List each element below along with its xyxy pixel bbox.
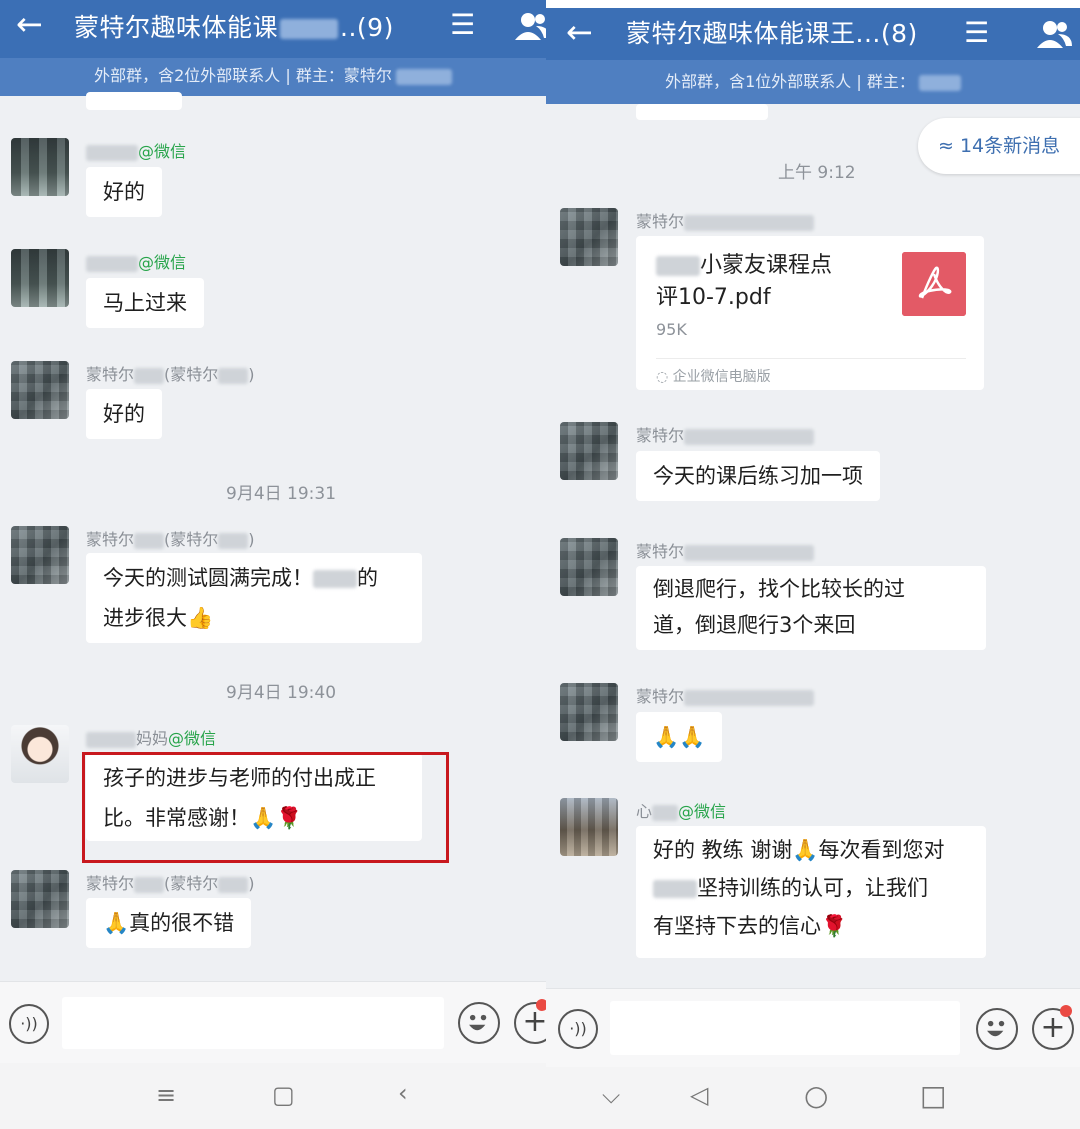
group-members-icon[interactable] (512, 10, 546, 42)
message-text-line: 今天的测试圆满完成！的 (103, 566, 378, 590)
pdf-file-icon (902, 252, 966, 316)
message-bubble[interactable]: 今天的测试圆满完成！的 进步很大👍 (86, 553, 422, 643)
hide-keyboard-icon[interactable]: ⌵ (602, 1081, 620, 1109)
chat-header: ← 蒙特尔趣味体能课王...(8) ☰ (546, 8, 1080, 60)
file-name: 小蒙友课程点 评10-7.pdf (656, 253, 833, 310)
sender-name: 蒙特尔 (蒙特尔) (86, 365, 255, 384)
chat-member-count: ..(9) (340, 13, 394, 42)
message-bubble[interactable] (86, 92, 182, 110)
message-text: 今天的课后练习加一项 (653, 464, 863, 488)
group-members-icon[interactable] (1034, 18, 1074, 50)
message-bubble[interactable]: 好的 (86, 389, 162, 439)
file-source: ◌ 企业微信电脑版 (656, 369, 771, 385)
chat-subtitle: 外部群，含1位外部联系人 | 群主： (546, 60, 1080, 104)
new-messages-button[interactable]: ≈ 14条新消息 (918, 118, 1080, 174)
message-text-line: 倒退爬行，找个比较长的过 (653, 577, 905, 601)
blurred-owner-name (395, 68, 452, 85)
back-arrow-icon[interactable]: ← (566, 14, 606, 54)
message-bubble[interactable]: 好的 (86, 167, 162, 217)
avatar[interactable] (560, 538, 618, 596)
chat-header: ← 蒙特尔趣味体能课 ..(9) ☰ (0, 0, 546, 58)
sender-name: 蒙特尔 (蒙特尔) (86, 530, 255, 549)
menu-icon[interactable]: ☰ (450, 10, 484, 40)
avatar[interactable] (560, 683, 618, 741)
avatar[interactable] (11, 526, 69, 584)
avatar[interactable] (11, 249, 69, 307)
sender-name: 蒙特尔 (636, 538, 815, 562)
system-nav-bar: ≡ ▢ ‹ (0, 1063, 546, 1129)
message-bubble[interactable]: 马上过来 (86, 278, 204, 328)
message-text-line: 好的 教练 谢谢🙏每次看到您对 (653, 838, 945, 862)
avatar[interactable] (11, 361, 69, 419)
sender-name: 妈妈@微信 (86, 725, 216, 749)
chat-title: 蒙特尔趣味体能课王...(8) (626, 19, 918, 48)
message-text: 🙏真的很不错 (103, 911, 235, 935)
sender-name: 心 @微信 (636, 802, 727, 821)
left-chat-screen: ← 蒙特尔趣味体能课 ..(9) ☰ 外部群，含2位外部联系人 | 群主：蒙特尔 … (0, 0, 546, 1129)
message-text: 马上过来 (103, 291, 187, 315)
emoji-icon[interactable] (976, 1008, 1018, 1050)
message-text: 好的 (103, 402, 145, 426)
message-text: 好的 (103, 180, 145, 204)
highlight-box (82, 752, 449, 863)
message-timestamp: 上午 9:12 (778, 163, 856, 183)
system-nav-bar: ⌵ ◁ ○ □ (546, 1067, 1080, 1129)
home-nav-icon[interactable]: ○ (804, 1079, 828, 1112)
blurred-name (280, 19, 339, 39)
chat-subtitle-text: 外部群，含2位外部联系人 | 群主：蒙特尔 (94, 66, 392, 85)
sender-name: 蒙特尔 (蒙特尔) (86, 874, 255, 893)
sender-name: @微信 (86, 249, 186, 273)
message-bubble[interactable]: 倒退爬行，找个比较长的过 道，倒退爬行3个来回 (636, 566, 986, 650)
emoji-icon[interactable] (458, 1002, 500, 1044)
right-chat-screen: ← 蒙特尔趣味体能课王...(8) ☰ 外部群，含1位外部联系人 | 群主： ≈… (546, 8, 1080, 1129)
home-nav-icon[interactable]: ▢ (272, 1081, 295, 1109)
chat-title: 蒙特尔趣味体能课 ..(9) (74, 8, 394, 44)
sender-name: @微信 (86, 138, 186, 162)
back-arrow-icon[interactable]: ← (16, 6, 56, 46)
chat-subtitle-text: 外部群，含1位外部联系人 | 群主： (665, 72, 915, 91)
menu-icon[interactable]: ☰ (964, 18, 998, 48)
notification-dot (536, 999, 546, 1011)
avatar[interactable] (11, 138, 69, 196)
message-text-line: 进步很大👍 (103, 606, 214, 630)
chat-subtitle: 外部群，含2位外部联系人 | 群主：蒙特尔 (0, 58, 546, 96)
blurred-owner-name (918, 74, 961, 91)
chat-input-bar: ·)) + (546, 988, 1080, 1068)
avatar[interactable] (560, 208, 618, 266)
voice-input-icon[interactable]: ·)) (9, 1004, 49, 1044)
message-input[interactable] (62, 997, 444, 1049)
message-input[interactable] (610, 1001, 960, 1055)
message-bubble[interactable]: 🙏🙏 (636, 712, 723, 762)
menu-nav-icon[interactable]: ≡ (156, 1081, 176, 1109)
notification-dot (1060, 1005, 1072, 1017)
chat-input-bar: ·)) + (0, 981, 546, 1063)
message-text-line: 有坚持下去的信心🌹 (653, 914, 848, 938)
message-text-line: 道，倒退爬行3个来回 (653, 613, 856, 637)
message-bubble[interactable]: 今天的课后练习加一项 (636, 451, 880, 501)
sender-name: 蒙特尔 (636, 208, 815, 232)
file-message-card[interactable]: 小蒙友课程点 评10-7.pdf 95K ◌ 企业微信电脑版 (636, 236, 984, 390)
message-bubble[interactable]: 🙏真的很不错 (86, 898, 252, 948)
chat-title-text: 蒙特尔趣味体能课 (74, 13, 279, 42)
message-timestamp: 9月4日 19:40 (226, 683, 337, 703)
back-nav-icon[interactable]: ‹ (398, 1079, 408, 1107)
message-text-line: 坚持训练的认可，让我们 (653, 869, 969, 907)
divider (656, 358, 966, 359)
message-bubble[interactable]: 好的 教练 谢谢🙏每次看到您对 坚持训练的认可，让我们 有坚持下去的信心🌹 (636, 826, 986, 958)
back-nav-icon[interactable]: ◁ (690, 1081, 708, 1109)
recent-apps-icon[interactable]: □ (920, 1079, 946, 1112)
sender-name: 蒙特尔 (636, 422, 815, 446)
message-bubble[interactable] (636, 104, 768, 120)
avatar[interactable] (11, 870, 69, 928)
file-size: 95K (656, 320, 687, 339)
message-timestamp: 9月4日 19:31 (226, 484, 337, 504)
message-text: 🙏🙏 (653, 725, 706, 749)
avatar[interactable] (11, 725, 69, 783)
avatar[interactable] (560, 798, 618, 856)
avatar[interactable] (560, 422, 618, 480)
voice-input-icon[interactable]: ·)) (558, 1009, 598, 1049)
sender-name: 蒙特尔 (636, 683, 815, 707)
